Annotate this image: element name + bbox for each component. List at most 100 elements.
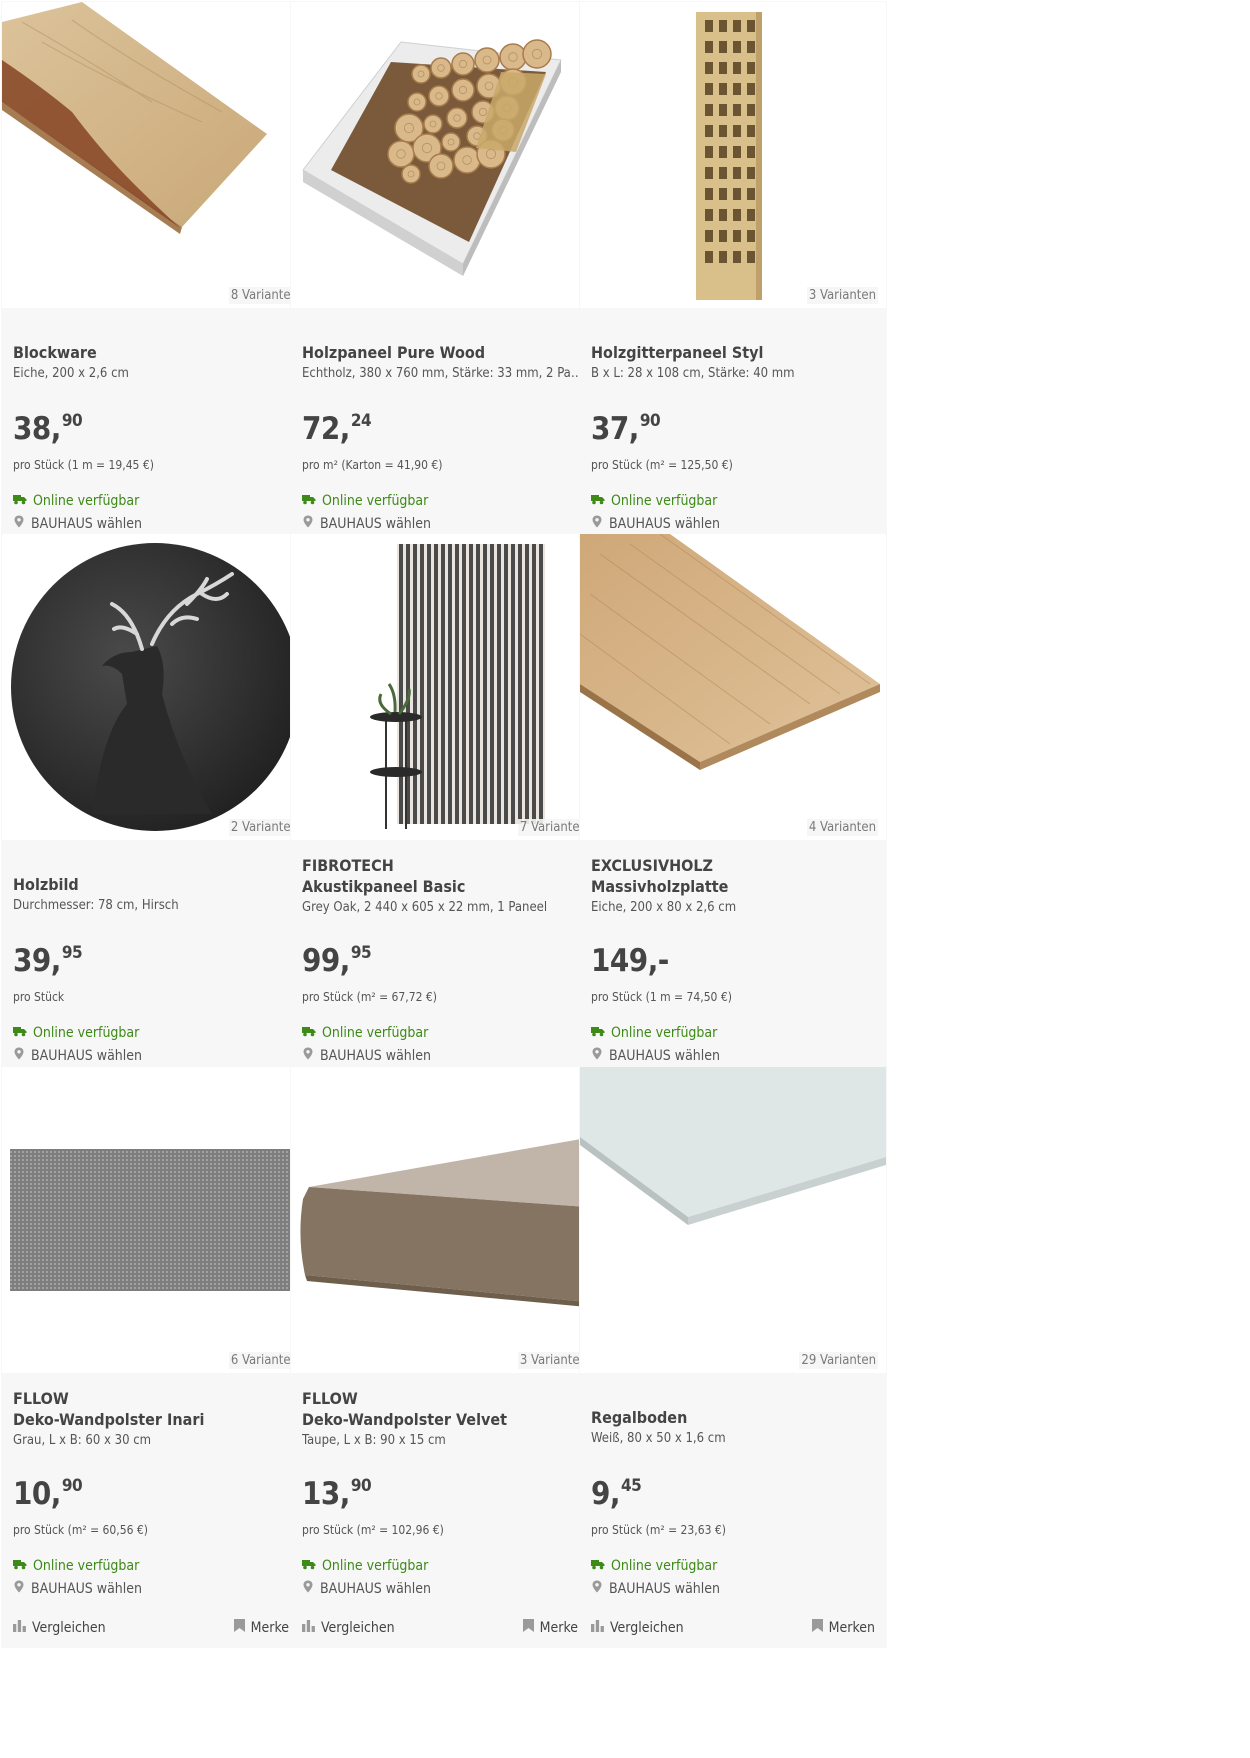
store-select-label[interactable]: BAUHAUS wählen [609,1581,720,1597]
product-title[interactable]: Akustikpaneel Basic [302,876,586,897]
unit-price: pro Stück (m² = 23,63 €) [591,1523,726,1537]
product-title[interactable]: Massivholzplatte [591,876,875,897]
product-description: Weiß, 80 x 50 x 1,6 cm [591,1431,726,1446]
product-title[interactable]: Holzpaneel Pure Wood [302,342,586,363]
availability-label: Online verfügbar [611,1025,718,1041]
truck-icon [591,1558,605,1574]
compare-button[interactable]: Vergleichen [302,1619,395,1636]
product-price: 99,95 [302,943,372,979]
product-brand: FIBROTECH [302,856,394,875]
product-card[interactable]: 4 Varianten EXCLUSIVHOLZ Massivholzplatt… [579,533,887,1115]
unit-price: pro Stück (m² = 102,96 €) [302,1523,444,1537]
store-select-label[interactable]: BAUHAUS wählen [609,516,720,532]
wishlist-button[interactable]: Merken [522,1619,586,1636]
card-actions: Vergleichen Merken [13,1619,297,1636]
product-title[interactable]: Deko-Wandpolster Velvet [302,1409,586,1430]
product-title[interactable]: Deko-Wandpolster Inari [13,1409,297,1430]
product-image[interactable] [291,2,597,308]
wishlist-label: Merken [828,1619,875,1636]
compare-bars-icon [591,1619,604,1636]
location-pin-icon [13,515,25,532]
product-image[interactable]: 3 Varianten [580,2,886,308]
bookmark-icon [522,1619,534,1636]
product-info: FLLOW Deko-Wandpolster Velvet Taupe, L x… [302,1388,586,1450]
product-title[interactable]: Blockware [13,342,297,363]
product-card[interactable]: 3 Varianten Holzgitterpaneel Styl B x L:… [579,1,887,583]
location-pin-icon [302,515,314,532]
price-integer: 10, [13,1476,61,1512]
availability-label: Online verfügbar [322,493,429,509]
product-title[interactable]: Holzbild [13,874,297,895]
store-select[interactable]: BAUHAUS wählen [302,1047,431,1064]
truck-icon [591,493,605,509]
store-select[interactable]: BAUHAUS wählen [13,1047,142,1064]
variants-badge: 4 Varianten [806,819,878,836]
availability-label: Online verfügbar [611,1558,718,1574]
online-availability: Online verfügbar [302,493,428,509]
product-card[interactable]: 3 Varianten FLLOW Deko-Wandpolster Velve… [290,1066,598,1648]
compare-button[interactable]: Vergleichen [591,1619,684,1636]
store-select-label[interactable]: BAUHAUS wählen [609,1048,720,1064]
product-card[interactable]: 8 Varianten Blockware Eiche, 200 x 2,6 c… [1,1,309,583]
store-select[interactable]: BAUHAUS wählen [591,515,720,532]
product-card[interactable]: 29 Varianten Regalboden Weiß, 80 x 50 x … [579,1066,887,1648]
store-select-label[interactable]: BAUHAUS wählen [320,516,431,532]
store-select[interactable]: BAUHAUS wählen [302,515,431,532]
availability-label: Online verfügbar [33,493,140,509]
bookmark-icon [811,1619,823,1636]
truck-icon [13,1558,27,1574]
store-select[interactable]: BAUHAUS wählen [13,1580,142,1597]
unit-price: pro Stück (1 m = 19,45 €) [13,458,154,472]
price-decimal: 90 [61,411,83,431]
truck-icon [302,1025,316,1041]
location-pin-icon [591,515,603,532]
store-select-label[interactable]: BAUHAUS wählen [31,516,142,532]
price-integer: 72, [302,411,350,447]
product-image[interactable]: 3 Varianten [291,1067,597,1373]
online-availability: Online verfügbar [13,1558,139,1574]
store-select-label[interactable]: BAUHAUS wählen [320,1048,431,1064]
store-select[interactable]: BAUHAUS wählen [591,1047,720,1064]
product-info: Holzgitterpaneel Styl B x L: 28 x 108 cm… [591,342,875,383]
product-info: FLLOW Deko-Wandpolster Inari Grau, L x B… [13,1388,297,1450]
store-select[interactable]: BAUHAUS wählen [13,515,142,532]
product-image[interactable]: 7 Varianten [291,534,597,840]
store-select-label[interactable]: BAUHAUS wählen [320,1581,431,1597]
product-description: B x L: 28 x 108 cm, Stärke: 40 mm [591,366,795,381]
product-title[interactable]: Holzgitterpaneel Styl [591,342,875,363]
price-integer: 149,- [591,943,669,979]
location-pin-icon [302,1580,314,1597]
product-description: Durchmesser: 78 cm, Hirsch [13,898,179,913]
price-integer: 38, [13,411,61,447]
unit-price: pro Stück (m² = 125,50 €) [591,458,733,472]
product-info: EXCLUSIVHOLZ Massivholzplatte Eiche, 200… [591,855,875,917]
location-pin-icon [13,1047,25,1064]
wishlist-button[interactable]: Merken [811,1619,875,1636]
price-decimal: 95 [350,943,372,963]
product-card[interactable]: 7 Varianten FIBROTECH Akustikpaneel Basi… [290,533,598,1115]
product-image[interactable]: 4 Varianten [580,534,886,840]
wishlist-button[interactable]: Merken [233,1619,297,1636]
product-image[interactable]: 8 Varianten [2,2,308,308]
store-select[interactable]: BAUHAUS wählen [591,1580,720,1597]
product-image[interactable]: 6 Varianten [2,1067,308,1373]
location-pin-icon [13,1580,25,1597]
product-price: 38,90 [13,411,83,447]
product-card[interactable]: 2 Varianten Holzbild Durchmesser: 78 cm,… [1,533,309,1115]
compare-button[interactable]: Vergleichen [13,1619,106,1636]
product-title[interactable]: Regalboden [591,1407,875,1428]
unit-price: pro m² (Karton = 41,90 €) [302,458,443,472]
price-decimal: 45 [621,1476,642,1496]
unit-price: pro Stück [13,990,65,1004]
price-decimal: 90 [61,1476,83,1496]
availability-label: Online verfügbar [611,493,718,509]
store-select[interactable]: BAUHAUS wählen [302,1580,431,1597]
product-description: Taupe, L x B: 90 x 15 cm [302,1433,446,1448]
product-image[interactable]: 2 Varianten [2,534,308,840]
product-price: 37,90 [591,411,661,447]
store-select-label[interactable]: BAUHAUS wählen [31,1581,142,1597]
product-card[interactable]: 6 Varianten FLLOW Deko-Wandpolster Inari… [1,1066,309,1648]
product-card[interactable]: Holzpaneel Pure Wood Echtholz, 380 x 760… [290,1,598,583]
product-image[interactable]: 29 Varianten [580,1067,886,1373]
store-select-label[interactable]: BAUHAUS wählen [31,1048,142,1064]
